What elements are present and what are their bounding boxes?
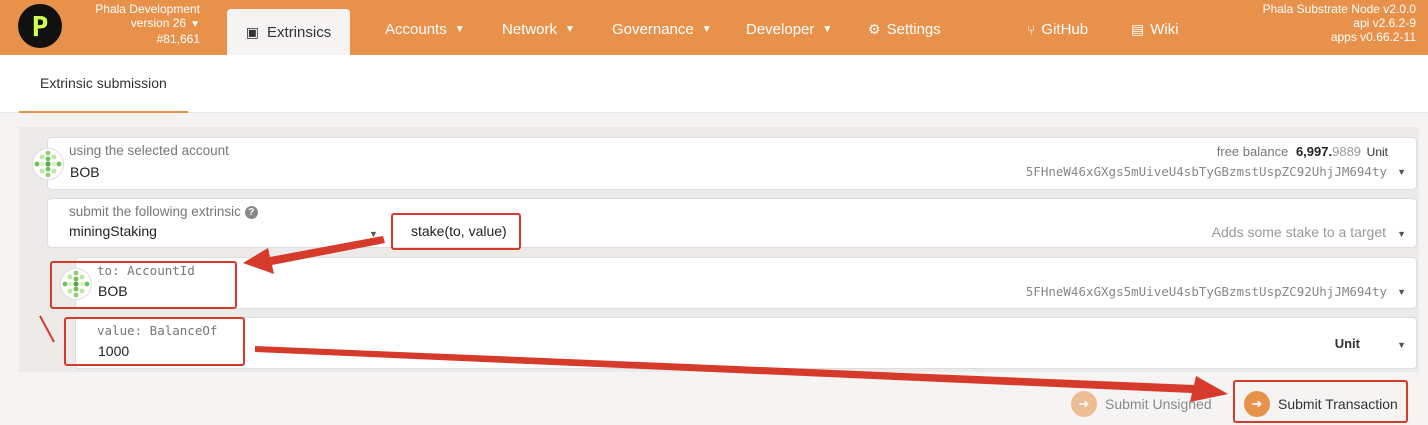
balance-main: 6,997. xyxy=(1295,144,1333,159)
chevron-down-icon: ▼ xyxy=(369,229,378,239)
extrinsic-selector: submit the following extrinsic? miningSt… xyxy=(47,198,1417,248)
module-value: miningStaking xyxy=(69,223,157,239)
top-nav-bar: P Phala Development version 26 ▼ #81,661 … xyxy=(0,0,1428,55)
account-selector[interactable]: using the selected account BOB free bala… xyxy=(47,137,1417,190)
api-version: api v2.6.2-9 xyxy=(1353,16,1416,30)
annotation-box-param-to xyxy=(50,261,237,309)
nav-governance[interactable]: Governance ▼ xyxy=(612,21,712,38)
sub-tab-bar: Extrinsic submission xyxy=(0,55,1428,113)
chain-name: Phala Development xyxy=(95,2,200,16)
nav-accounts[interactable]: Accounts ▼ xyxy=(385,21,465,38)
nav-network[interactable]: Network ▼ xyxy=(502,21,575,38)
chevron-down-icon: ▼ xyxy=(1397,340,1406,350)
extrinsic-label: submit the following extrinsic? xyxy=(69,204,258,219)
chevron-down-icon: ▼ xyxy=(701,24,712,35)
free-balance: free balance 6,997.9889 Unit xyxy=(1216,144,1388,159)
chain-version: version 26 xyxy=(130,16,187,30)
param-value-input[interactable]: value: BalanceOf 1000 Unit ▼ xyxy=(75,317,1417,369)
chevron-down-icon: ▼ xyxy=(1397,287,1406,297)
nav-developer[interactable]: Developer ▼ xyxy=(746,21,832,38)
tab-extrinsic-submission[interactable]: Extrinsic submission xyxy=(19,55,188,113)
identicon-icon xyxy=(34,150,62,178)
chain-selector[interactable]: Phala Development version 26 ▼ #81,661 xyxy=(68,2,200,46)
chevron-down-icon: ▼ xyxy=(454,24,465,35)
apps-version: apps v0.66.2-11 xyxy=(1330,30,1416,44)
sign-in-icon: ➔ xyxy=(1071,391,1097,417)
account-label: using the selected account xyxy=(69,143,229,158)
code-branch-icon: ⑂ xyxy=(1027,21,1036,38)
nav-wiki[interactable]: ▤ Wiki xyxy=(1131,21,1179,38)
account-address: 5FHneW46xGXgs5mUiveU4sbTyGBzmstUspZC92Uh… xyxy=(1025,164,1387,179)
gears-icon: ⚙ xyxy=(868,21,881,37)
annotation-box-param-value xyxy=(64,317,245,366)
param-to-address: 5FHneW46xGXgs5mUiveU4sbTyGBzmstUspZC92Uh… xyxy=(1025,284,1387,299)
node-name: Phala Substrate Node v2.0.0 xyxy=(1262,2,1416,16)
node-info: Phala Substrate Node v2.0.0 api v2.6.2-9… xyxy=(1263,2,1416,44)
question-circle-icon[interactable]: ? xyxy=(244,206,258,219)
param-to-input[interactable]: to: AccountId BOB 5FHneW46xGXgs5mUiveU4s… xyxy=(75,257,1417,309)
chevron-down-icon: ▼ xyxy=(565,24,575,35)
annotation-box-method xyxy=(391,213,521,250)
unit-label: Unit xyxy=(1334,336,1360,351)
chevron-down-icon: ▼ xyxy=(822,24,833,35)
account-name: BOB xyxy=(70,164,100,180)
annotation-box-submit xyxy=(1233,380,1408,423)
submit-unsigned-button[interactable]: ➔ Submit Unsigned xyxy=(1071,391,1212,417)
balance-unit: Unit xyxy=(1366,145,1388,159)
chain-logo[interactable]: P xyxy=(18,4,62,48)
chevron-down-icon: ▼ xyxy=(190,19,200,30)
briefcase-icon: ▣ xyxy=(245,23,260,40)
tab-extrinsics[interactable]: ▣ Extrinsics xyxy=(227,9,350,55)
balance-decimals: 9889 xyxy=(1332,144,1362,159)
nav-settings[interactable]: ⚙ Settings xyxy=(868,21,941,38)
chevron-down-icon: ▼ xyxy=(1397,167,1406,177)
method-description: Adds some stake to a target xyxy=(1211,224,1386,240)
book-icon: ▤ xyxy=(1131,21,1145,37)
chevron-down-icon: ▼ xyxy=(1397,229,1406,239)
block-number: #81,661 xyxy=(156,32,200,46)
account-identicon[interactable] xyxy=(32,148,64,180)
nav-github[interactable]: ⑂ GitHub xyxy=(1027,21,1088,38)
